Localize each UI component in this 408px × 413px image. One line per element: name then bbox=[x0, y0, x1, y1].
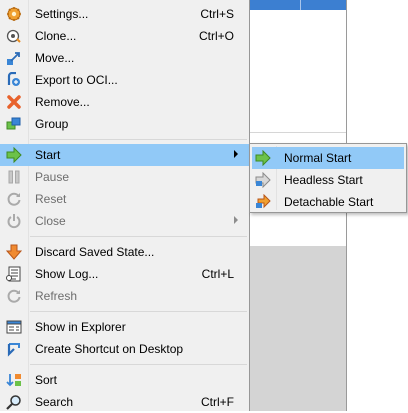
menu-item-label: Show in Explorer bbox=[35, 320, 126, 334]
menu-item-label: Show Log... bbox=[35, 267, 99, 281]
detachable-start-icon bbox=[255, 193, 271, 210]
pause-icon bbox=[6, 169, 22, 185]
submenu-item-detachable-start[interactable]: Detachable Start bbox=[252, 191, 404, 213]
menu-item-reset[interactable]: Reset bbox=[0, 188, 249, 210]
shortcut-icon bbox=[6, 341, 22, 357]
group-icon bbox=[6, 116, 22, 132]
start-submenu: Normal Start Headless Start Detachable S… bbox=[249, 143, 407, 213]
discard-icon bbox=[5, 244, 23, 260]
log-icon bbox=[6, 266, 22, 282]
menu-item-shortcut: Ctrl+L bbox=[201, 267, 234, 281]
menu-item-label: Create Shortcut on Desktop bbox=[35, 342, 184, 356]
menu-item-create-shortcut[interactable]: Create Shortcut on Desktop bbox=[0, 338, 249, 360]
list-header bbox=[250, 0, 346, 10]
menu-item-show-log[interactable]: Show Log... Ctrl+L bbox=[0, 263, 249, 285]
menu-item-label: Start bbox=[35, 148, 61, 162]
menu-separator bbox=[30, 139, 247, 140]
submenu-item-headless-start[interactable]: Headless Start bbox=[252, 169, 404, 191]
menu-item-refresh[interactable]: Refresh bbox=[0, 285, 249, 307]
menu-item-label: Reset bbox=[35, 192, 67, 206]
menu-item-move[interactable]: Move... bbox=[0, 47, 249, 69]
context-menu: Settings... Ctrl+S Clone... Ctrl+O Move.… bbox=[0, 0, 250, 411]
submenu-item-label: Headless Start bbox=[284, 173, 363, 187]
start-arrow-icon bbox=[6, 146, 22, 164]
menu-item-sort[interactable]: Sort bbox=[0, 369, 249, 391]
menu-item-label: Remove... bbox=[35, 95, 90, 109]
menu-item-shortcut: Ctrl+F bbox=[201, 395, 234, 409]
menu-item-label: Settings... bbox=[35, 7, 89, 21]
submenu-arrow-icon bbox=[234, 216, 238, 224]
reset-icon bbox=[6, 191, 22, 207]
menu-item-show-in-explorer[interactable]: Show in Explorer bbox=[0, 316, 249, 338]
menu-item-label: Export to OCI... bbox=[35, 73, 118, 87]
menu-item-remove[interactable]: Remove... bbox=[0, 91, 249, 113]
menu-item-search[interactable]: Search Ctrl+F bbox=[0, 391, 249, 413]
menu-separator bbox=[30, 364, 247, 365]
settings-icon bbox=[6, 6, 22, 22]
menu-item-label: Refresh bbox=[35, 289, 78, 303]
menu-item-label: Sort bbox=[35, 373, 58, 387]
export-oci-icon bbox=[6, 71, 22, 88]
headless-start-icon bbox=[255, 171, 271, 189]
menu-item-pause[interactable]: Pause bbox=[0, 166, 249, 188]
explorer-icon bbox=[6, 319, 22, 335]
normal-start-icon bbox=[255, 149, 271, 167]
menu-item-export-oci[interactable]: Export to OCI... bbox=[0, 69, 249, 91]
clone-icon bbox=[6, 28, 22, 44]
menu-item-label: Close bbox=[35, 214, 66, 228]
menu-item-shortcut: Ctrl+S bbox=[200, 7, 234, 21]
sort-icon bbox=[6, 372, 22, 388]
move-icon bbox=[6, 50, 22, 66]
empty-area bbox=[250, 246, 346, 411]
menu-item-label: Group bbox=[35, 117, 69, 131]
submenu-item-normal-start[interactable]: Normal Start bbox=[252, 147, 404, 169]
power-icon bbox=[6, 213, 22, 229]
refresh-icon bbox=[6, 288, 22, 304]
menu-item-shortcut: Ctrl+O bbox=[198, 29, 234, 43]
menu-separator bbox=[30, 311, 247, 312]
menu-item-start[interactable]: Start bbox=[0, 144, 249, 166]
menu-item-settings[interactable]: Settings... Ctrl+S bbox=[0, 3, 249, 25]
menu-item-label: Search bbox=[35, 395, 74, 409]
menu-item-clone[interactable]: Clone... Ctrl+O bbox=[0, 25, 249, 47]
remove-icon bbox=[6, 94, 22, 110]
submenu-item-label: Normal Start bbox=[284, 151, 352, 165]
list-row-divider bbox=[250, 132, 346, 133]
menu-item-label: Clone... bbox=[35, 29, 77, 43]
menu-item-label: Pause bbox=[35, 170, 70, 184]
menu-item-label: Discard Saved State... bbox=[35, 245, 155, 259]
submenu-item-label: Detachable Start bbox=[284, 195, 374, 209]
menu-item-label: Move... bbox=[35, 51, 75, 65]
menu-item-close[interactable]: Close bbox=[0, 210, 249, 232]
submenu-arrow-icon bbox=[234, 150, 238, 158]
header-divider bbox=[300, 0, 301, 10]
menu-separator bbox=[30, 236, 247, 237]
menu-item-group[interactable]: Group bbox=[0, 113, 249, 135]
search-icon bbox=[6, 394, 22, 410]
menu-item-discard-saved-state[interactable]: Discard Saved State... bbox=[0, 241, 249, 263]
